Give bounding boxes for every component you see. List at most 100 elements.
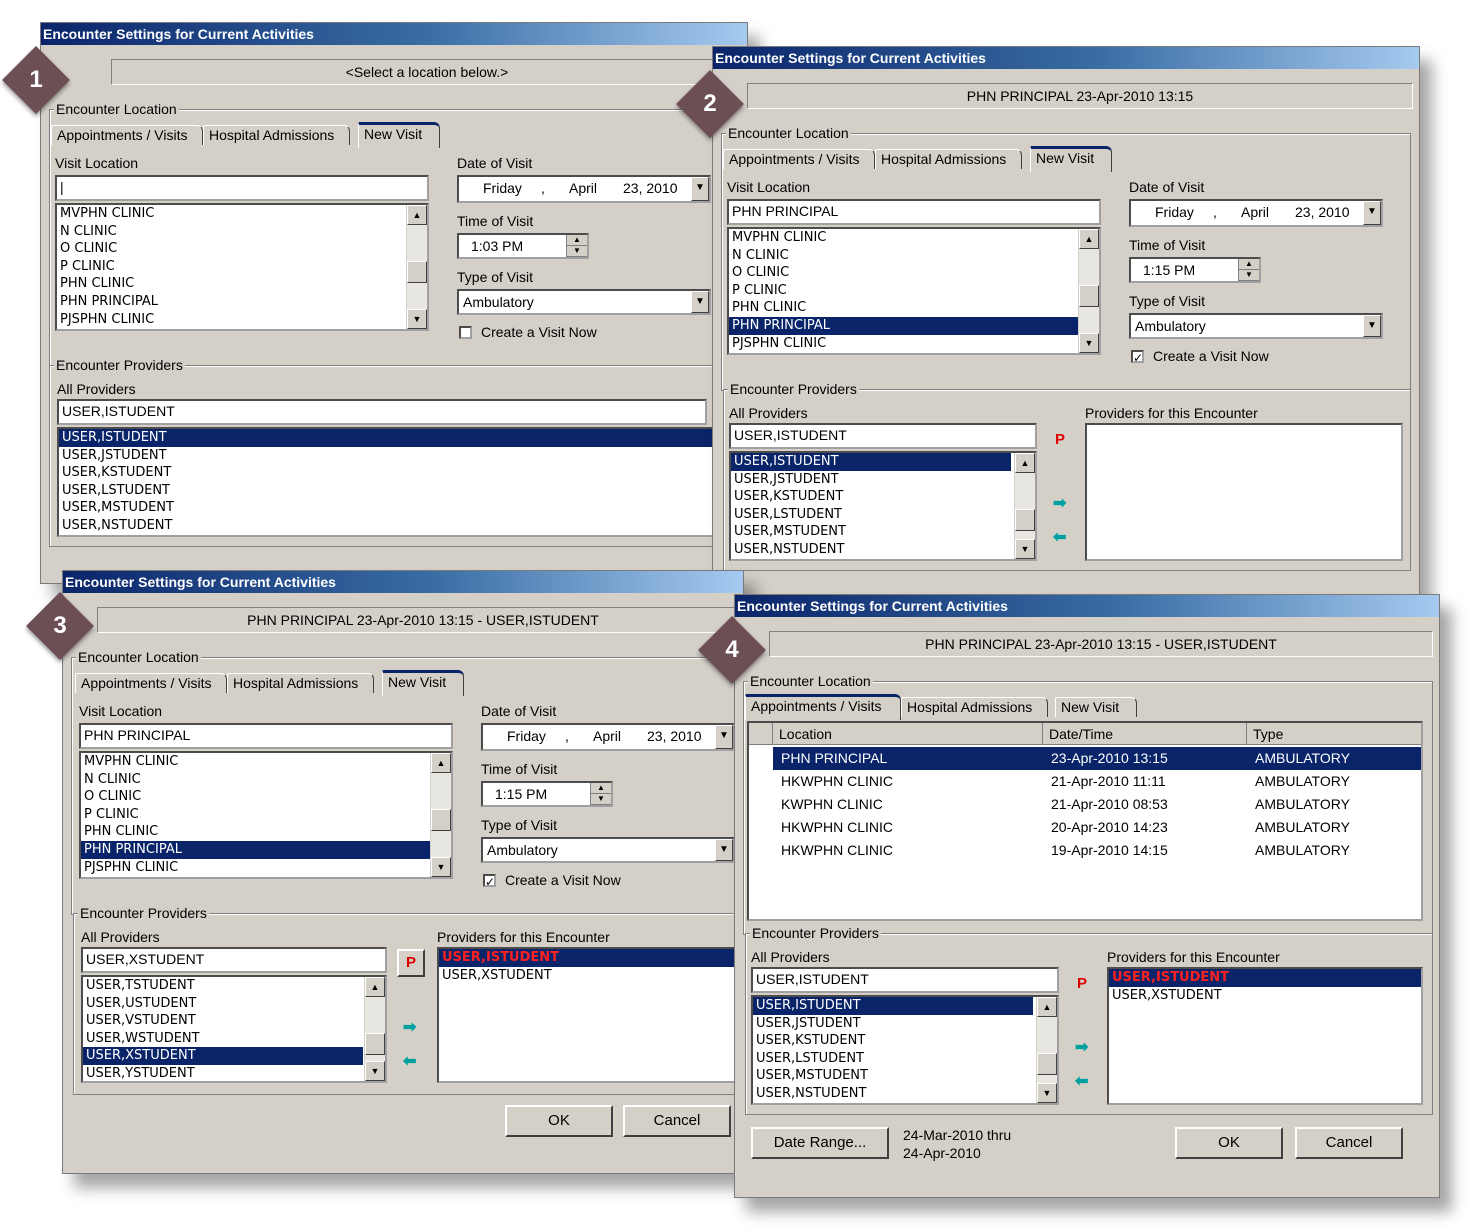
provider-search-input[interactable]: USER,ISTUDENT (751, 967, 1059, 993)
scroll-up-icon[interactable]: ▲ (407, 205, 427, 225)
table-row[interactable]: KWPHN CLINIC 21-Apr-2010 08:53 AMBULATOR… (773, 793, 1421, 816)
list-item[interactable]: USER,LSTUDENT (59, 482, 729, 500)
primary-provider-button[interactable]: P (1055, 431, 1065, 448)
spin-down-icon[interactable]: ▼ (591, 794, 611, 805)
list-item[interactable]: USER,NSTUDENT (753, 1085, 1057, 1103)
list-item[interactable]: MVPHN CLINIC (81, 753, 451, 771)
tab-hospital-admissions[interactable]: Hospital Admissions (203, 125, 350, 145)
add-provider-arrow-icon[interactable]: ➡ (1053, 493, 1066, 513)
scroll-up-icon[interactable]: ▲ (431, 753, 451, 773)
list-item[interactable]: USER,JSTUDENT (731, 471, 1035, 489)
scroll-down-icon[interactable]: ▼ (365, 1061, 385, 1081)
chevron-down-icon[interactable]: ▼ (1363, 201, 1381, 225)
list-item[interactable]: USER,WSTUDENT (83, 1030, 385, 1048)
scrollbar[interactable]: ▲ ▼ (406, 205, 427, 329)
list-item[interactable]: N CLINIC (57, 223, 427, 241)
list-item[interactable]: PHN PRINCIPAL (57, 293, 427, 311)
encounter-provider-list[interactable]: USER,ISTUDENT USER,XSTUDENT (437, 947, 743, 1083)
time-spinner[interactable]: 1:15 PM ▲ ▼ (481, 781, 613, 807)
list-item[interactable]: MVPHN CLINIC (729, 229, 1099, 247)
list-item[interactable]: USER,XSTUDENT (83, 1047, 363, 1065)
list-item[interactable]: MVPHN CLINIC (57, 205, 427, 223)
scroll-up-icon[interactable]: ▲ (1037, 997, 1057, 1017)
scroll-down-icon[interactable]: ▼ (407, 309, 427, 329)
chevron-down-icon[interactable]: ▼ (715, 839, 733, 861)
provider-search-input[interactable]: USER,ISTUDENT (57, 399, 707, 425)
list-item[interactable]: P CLINIC (57, 258, 427, 276)
list-item[interactable]: PJSPHN CLINIC (729, 335, 1099, 353)
column-header-location[interactable]: Location (773, 723, 1043, 745)
list-item[interactable]: USER,JSTUDENT (59, 447, 729, 465)
scroll-down-icon[interactable]: ▼ (1079, 333, 1099, 353)
tab-hospital-admissions[interactable]: Hospital Admissions (875, 149, 1022, 169)
location-list[interactable]: MVPHN CLINIC N CLINIC O CLINIC P CLINIC … (79, 751, 453, 879)
spin-down-icon[interactable]: ▼ (567, 246, 587, 257)
spin-up-icon[interactable]: ▲ (1239, 259, 1259, 270)
list-item[interactable]: PHN PRINCIPAL (81, 840, 451, 859)
list-item[interactable]: PJSPHN CLINIC (81, 859, 451, 877)
location-list[interactable]: MVPHN CLINIC N CLINIC O CLINIC P CLINIC … (727, 227, 1101, 355)
type-of-visit-select[interactable]: Ambulatory ▼ (481, 837, 735, 863)
table-row[interactable]: PHN PRINCIPAL 23-Apr-2010 13:15 AMBULATO… (773, 747, 1421, 770)
scrollbar[interactable]: ▲ ▼ (364, 977, 385, 1081)
scroll-thumb[interactable] (431, 809, 451, 831)
scrollbar[interactable]: ▲ ▼ (1078, 229, 1099, 353)
list-item[interactable]: USER,LSTUDENT (731, 506, 1035, 524)
scrollbar[interactable]: ▲ ▼ (1036, 997, 1057, 1103)
provider-list[interactable]: USER,ISTUDENT USER,JSTUDENT USER,KSTUDEN… (751, 995, 1059, 1105)
provider-list[interactable]: USER,TSTUDENT USER,USTUDENT USER,VSTUDEN… (81, 975, 387, 1083)
scroll-down-icon[interactable]: ▼ (1037, 1083, 1057, 1103)
provider-search-input[interactable]: USER,XSTUDENT (81, 947, 387, 973)
remove-provider-arrow-icon[interactable]: ⬅ (1075, 1071, 1088, 1091)
list-item[interactable]: USER,VSTUDENT (83, 1012, 385, 1030)
list-item[interactable]: USER,JSTUDENT (753, 1015, 1057, 1033)
scroll-thumb[interactable] (365, 1033, 385, 1055)
spin-up-icon[interactable]: ▲ (591, 783, 611, 794)
spin-buttons[interactable]: ▲ ▼ (566, 235, 587, 257)
list-item[interactable]: USER,ISTUDENT (1109, 969, 1421, 987)
list-item[interactable]: USER,MSTUDENT (753, 1067, 1057, 1085)
primary-provider-button[interactable]: P (397, 949, 425, 977)
time-spinner[interactable]: 1:03 PM ▲ ▼ (457, 233, 589, 259)
list-item[interactable]: O CLINIC (57, 240, 427, 258)
remove-provider-arrow-icon[interactable]: ⬅ (1053, 527, 1066, 547)
list-item[interactable]: USER,ISTUDENT (439, 949, 743, 967)
tab-appointments[interactable]: Appointments / Visits (745, 694, 901, 720)
list-item[interactable]: PHN CLINIC (729, 299, 1099, 317)
cancel-button[interactable]: Cancel (1295, 1127, 1403, 1159)
list-item[interactable]: USER,KSTUDENT (731, 488, 1035, 506)
scroll-up-icon[interactable]: ▲ (365, 977, 385, 997)
primary-provider-button[interactable]: P (1077, 975, 1087, 992)
scroll-thumb[interactable] (1079, 285, 1099, 307)
chevron-down-icon[interactable]: ▼ (715, 725, 733, 749)
scroll-up-icon[interactable]: ▲ (1079, 229, 1099, 249)
type-of-visit-select[interactable]: Ambulatory ▼ (457, 289, 711, 315)
tab-new-visit[interactable]: New Visit (1030, 146, 1112, 172)
list-item[interactable]: USER,NSTUDENT (59, 517, 729, 535)
date-picker[interactable]: Friday , April 23, 2010 ▼ (457, 175, 711, 203)
create-visit-checkbox[interactable] (459, 326, 472, 339)
create-visit-checkbox[interactable]: ✓ (1131, 350, 1144, 364)
cancel-button[interactable]: Cancel (623, 1105, 731, 1137)
scroll-down-icon[interactable]: ▼ (431, 857, 451, 877)
encounter-provider-list[interactable]: USER,ISTUDENT USER,XSTUDENT (1107, 967, 1423, 1105)
type-of-visit-select[interactable]: Ambulatory ▼ (1129, 313, 1383, 339)
tab-appointments[interactable]: Appointments / Visits (723, 149, 875, 169)
tab-appointments[interactable]: Appointments / Visits (51, 125, 203, 145)
spin-up-icon[interactable]: ▲ (567, 235, 587, 246)
list-item[interactable]: P CLINIC (81, 806, 451, 824)
remove-provider-arrow-icon[interactable]: ⬅ (403, 1051, 416, 1071)
list-item[interactable]: PHN CLINIC (81, 823, 451, 841)
appointments-grid[interactable]: Location Date/Time Type PHN PRINCIPAL 23… (747, 721, 1423, 921)
column-header-type[interactable]: Type (1247, 723, 1421, 745)
scroll-up-icon[interactable]: ▲ (1015, 453, 1035, 473)
list-item[interactable]: PHN PRINCIPAL (729, 316, 1099, 335)
chevron-down-icon[interactable]: ▼ (691, 291, 709, 313)
provider-list[interactable]: USER,ISTUDENT USER,JSTUDENT USER,KSTUDEN… (57, 427, 731, 537)
tab-hospital-admissions[interactable]: Hospital Admissions (227, 673, 374, 693)
location-list[interactable]: MVPHN CLINIC N CLINIC O CLINIC P CLINIC … (55, 203, 429, 331)
visit-location-input[interactable]: PHN PRINCIPAL (727, 199, 1101, 225)
visit-location-input[interactable]: | (55, 175, 429, 201)
provider-search-input[interactable]: USER,ISTUDENT (729, 423, 1037, 449)
chevron-down-icon[interactable]: ▼ (1363, 315, 1381, 337)
